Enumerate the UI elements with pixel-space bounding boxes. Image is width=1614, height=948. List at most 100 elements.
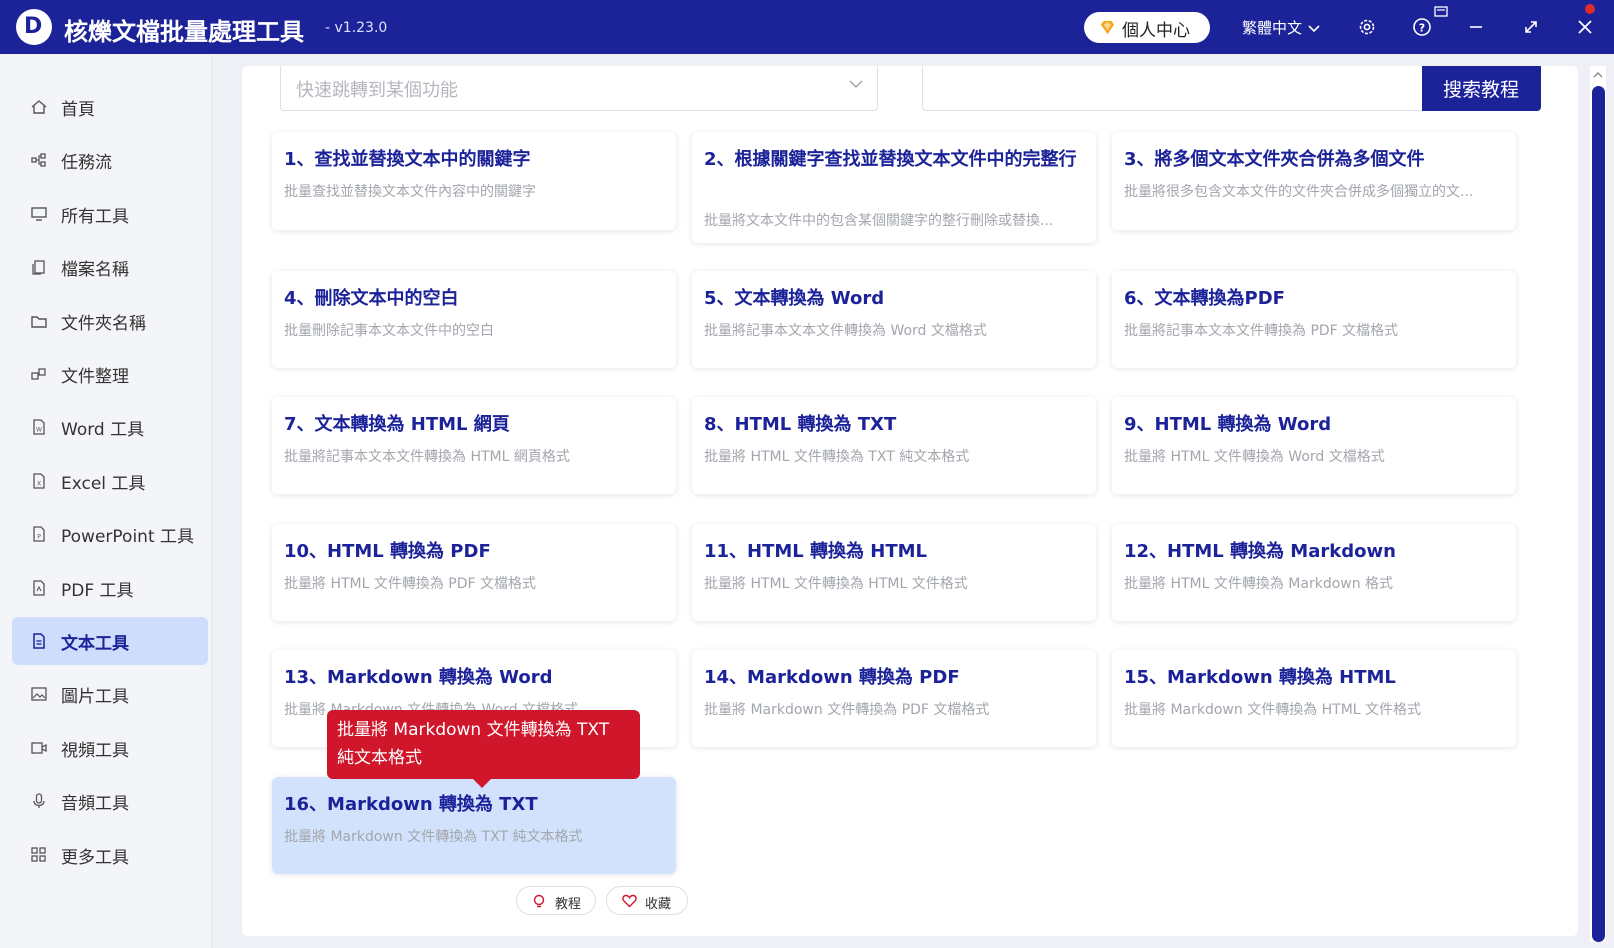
sidebar-item-6[interactable]: W Word 工具 bbox=[12, 403, 208, 451]
sidebar: 首頁任務流所有工具檔案名稱文件夾名稱文件整理 W Word 工具 X Excel 工具 P… bbox=[0, 54, 212, 948]
image-icon bbox=[30, 685, 48, 703]
tool-card-title: 16、Markdown 轉換為 TXT bbox=[284, 794, 538, 815]
tutorial-label: 教程 bbox=[555, 897, 582, 912]
sidebar-item-3[interactable]: 檔案名稱 bbox=[12, 243, 208, 291]
tool-card-description: 批量將 Markdown 文件轉換為 TXT 純文本格式 bbox=[284, 829, 583, 845]
sidebar-item-13[interactable]: 音頻工具 bbox=[12, 777, 208, 825]
tool-card[interactable]: 7、文本轉換為 HTML 網頁 批量將記事本文本文件轉換為 HTML 網頁格式 bbox=[272, 397, 676, 494]
tutorial-button[interactable]: 教程 bbox=[516, 886, 596, 915]
sidebar-item-4[interactable]: 文件夾名稱 bbox=[12, 297, 208, 345]
heart-icon bbox=[622, 894, 637, 908]
tool-card-description: 批量將很多包含文本文件的文件夾合併成多個獨立的文... bbox=[1124, 184, 1474, 200]
gear-icon bbox=[1359, 19, 1375, 35]
tool-card-title: 15、Markdown 轉換為 HTML bbox=[1124, 667, 1396, 688]
maximize-button[interactable] bbox=[1518, 14, 1544, 40]
tool-card-description: 批量將記事本文本文件轉換為 HTML 網頁格式 bbox=[284, 449, 570, 465]
sidebar-item-label: 文件夾名稱 bbox=[61, 313, 146, 334]
tool-card-title: 14、Markdown 轉換為 PDF bbox=[704, 667, 960, 688]
home-icon bbox=[30, 98, 48, 116]
scrollbar-thumb[interactable] bbox=[1592, 86, 1605, 942]
sidebar-item-2[interactable]: 所有工具 bbox=[12, 190, 208, 238]
sidebar-item-label: 文件整理 bbox=[61, 367, 129, 387]
excel-file-icon: X bbox=[30, 472, 48, 490]
expand-icon bbox=[1525, 21, 1537, 33]
tool-card[interactable]: 10、HTML 轉換為 PDF 批量將 HTML 文件轉換為 PDF 文檔格式 bbox=[272, 524, 676, 621]
sidebar-item-5[interactable]: 文件整理 bbox=[12, 350, 208, 398]
favorite-button[interactable]: 收藏 bbox=[606, 886, 688, 915]
microphone-icon bbox=[30, 792, 48, 810]
minimize-icon bbox=[1470, 26, 1482, 28]
tool-card-title: 8、HTML 轉換為 TXT bbox=[704, 414, 897, 435]
tool-card-description: 批量將 HTML 文件轉換為 Markdown 格式 bbox=[1124, 576, 1394, 592]
chevron-down-icon bbox=[1308, 24, 1320, 32]
message-button[interactable] bbox=[1432, 3, 1450, 21]
tool-card-title: 6、文本轉換為PDF bbox=[1124, 288, 1285, 309]
tool-card-title: 1、查找並替換文本中的關鍵字 bbox=[284, 149, 531, 170]
tool-card[interactable]: 1、查找並替換文本中的關鍵字 批量查找並替換文本文件內容中的關鍵字 bbox=[272, 132, 676, 230]
close-icon bbox=[1578, 20, 1592, 34]
lightbulb-icon bbox=[533, 894, 545, 908]
sidebar-item-0[interactable]: 首頁 bbox=[12, 83, 208, 131]
minimize-button[interactable] bbox=[1463, 14, 1489, 40]
sidebar-item-7[interactable]: X Excel 工具 bbox=[12, 457, 208, 505]
tool-card[interactable]: 6、文本轉換為PDF 批量將記事本文本文件轉換為 PDF 文檔格式 bbox=[1112, 271, 1516, 368]
tool-card[interactable]: 3、將多個文本文件夾合併為多個文件 批量將很多包含文本文件的文件夾合併成多個獨立的… bbox=[1112, 132, 1516, 230]
app-logo: D bbox=[16, 9, 52, 45]
tool-card[interactable]: 12、HTML 轉換為 Markdown 批量將 HTML 文件轉換為 Markd… bbox=[1112, 524, 1516, 621]
app-logo-letter: D bbox=[24, 14, 43, 39]
svg-text:W: W bbox=[36, 427, 42, 434]
sidebar-item-label: 任務流 bbox=[61, 153, 112, 174]
profile-button[interactable]: 個人中心 bbox=[1084, 12, 1210, 43]
sidebar-item-label: 視頻工具 bbox=[61, 740, 129, 761]
sidebar-item-11[interactable]: 圖片工具 bbox=[12, 670, 208, 718]
sidebar-item-14[interactable]: 更多工具 bbox=[12, 831, 208, 879]
profile-label: 個人中心 bbox=[1122, 21, 1190, 41]
language-label: 繁體中文 bbox=[1242, 19, 1303, 37]
sidebar-item-label: PowerPoint 工具 bbox=[61, 527, 195, 548]
sidebar-item-label: 文本工具 bbox=[61, 634, 129, 654]
tool-card[interactable]: 2、根據關鍵字查找並替換文本文件中的完整行 批量將文本文件中的包含某個關鍵字的整行… bbox=[692, 132, 1096, 243]
settings-button[interactable] bbox=[1354, 14, 1380, 40]
sidebar-item-8[interactable]: P PowerPoint 工具 bbox=[12, 510, 208, 558]
quick-jump-placeholder: 快速跳轉到某個功能 bbox=[296, 80, 458, 101]
powerpoint-file-icon: P bbox=[30, 525, 48, 543]
main-panel: 快速跳轉到某個功能 搜索教程 1、查找並替換文本中的關鍵字 批量查找並替換文本文件… bbox=[242, 66, 1578, 936]
search-tutorial-label: 搜索教程 bbox=[1443, 79, 1520, 101]
sidebar-item-1[interactable]: 任務流 bbox=[12, 136, 208, 184]
tool-card-title: 5、文本轉換為 Word bbox=[704, 288, 885, 309]
sidebar-item-10[interactable]: 文本工具 bbox=[12, 617, 208, 665]
tutorial-search-input[interactable] bbox=[922, 66, 1422, 111]
tool-card[interactable]: 4、刪除文本中的空白 批量刪除記事本文本文件中的空白 bbox=[272, 271, 676, 368]
tool-card[interactable]: 9、HTML 轉換為 Word 批量將 HTML 文件轉換為 Word 文檔格式 bbox=[1112, 397, 1516, 494]
word-file-icon: W bbox=[30, 418, 48, 436]
app-version: - v1.23.0 bbox=[325, 20, 388, 36]
tool-card[interactable]: 14、Markdown 轉換為 PDF 批量將 Markdown 文件轉換為 PD… bbox=[692, 650, 1096, 747]
tool-card[interactable]: 8、HTML 轉換為 TXT 批量將 HTML 文件轉換為 TXT 純文本格式 bbox=[692, 397, 1096, 494]
sidebar-item-12[interactable]: 視頻工具 bbox=[12, 724, 208, 772]
tool-card[interactable]: 16、Markdown 轉換為 TXT 批量將 Markdown 文件轉換為 TX… bbox=[272, 777, 676, 874]
search-tutorial-button[interactable]: 搜索教程 bbox=[1422, 66, 1541, 111]
quick-jump-select[interactable]: 快速跳轉到某個功能 bbox=[280, 66, 878, 111]
sidebar-item-label: 所有工具 bbox=[61, 206, 129, 227]
tool-card-title: 9、HTML 轉換為 Word bbox=[1124, 414, 1332, 435]
tool-card[interactable]: 5、文本轉換為 Word 批量將記事本文本文件轉換為 Word 文檔格式 bbox=[692, 271, 1096, 368]
sidebar-item-9[interactable]: PDF 工具 bbox=[12, 564, 208, 612]
language-select[interactable]: 繁體中文 bbox=[1242, 17, 1320, 38]
sidebar-item-label: Excel 工具 bbox=[61, 473, 146, 494]
pdf-file-icon bbox=[30, 579, 48, 597]
tool-card-description: 批量刪除記事本文本文件中的空白 bbox=[284, 323, 494, 339]
video-icon bbox=[30, 739, 48, 757]
tool-card[interactable]: 11、HTML 轉換為 HTML 批量將 HTML 文件轉換為 HTML 文件格式 bbox=[692, 524, 1096, 621]
workflow-icon bbox=[30, 151, 48, 169]
tool-card-title: 10、HTML 轉換為 PDF bbox=[284, 541, 491, 562]
tool-card-description: 批量將記事本文本文件轉換為 PDF 文檔格式 bbox=[1124, 323, 1399, 339]
sidebar-item-label: 檔案名稱 bbox=[61, 260, 129, 281]
sidebar-item-label: PDF 工具 bbox=[61, 580, 134, 601]
sidebar-item-label: Word 工具 bbox=[61, 420, 145, 441]
sidebar-item-label: 更多工具 bbox=[61, 847, 129, 868]
tool-card-description: 批量將記事本文本文件轉換為 Word 文檔格式 bbox=[704, 323, 987, 339]
tool-card-description: 批量將 HTML 文件轉換為 TXT 純文本格式 bbox=[704, 449, 970, 465]
close-button[interactable] bbox=[1572, 14, 1598, 40]
scroll-up-arrow-icon[interactable] bbox=[1593, 70, 1603, 80]
tool-card[interactable]: 15、Markdown 轉換為 HTML 批量將 Markdown 文件轉換為 H… bbox=[1112, 650, 1516, 747]
